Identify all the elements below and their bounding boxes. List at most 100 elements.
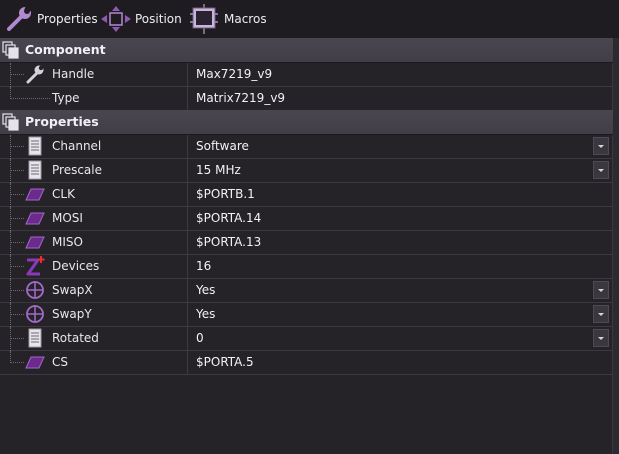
dropdown-button[interactable] [593,305,609,323]
tree-line [10,327,11,351]
property-label: MISO [52,235,83,249]
tree-line [10,135,11,159]
pin-icon [25,184,45,204]
dropdown-button[interactable] [593,329,609,347]
macros-button[interactable]: Macros [187,4,267,34]
property-value-cell[interactable]: $PORTA.5 [188,351,613,374]
property-row-swapx[interactable]: SwapX Yes [0,279,613,303]
dropdown-button[interactable] [593,161,609,179]
property-value-cell[interactable]: $PORTB.1 [188,183,613,206]
tree-line [10,231,11,255]
property-row-type[interactable]: Type Matrix7219_v9 [0,87,613,111]
dropdown-button[interactable] [593,281,609,299]
property-name-cell: SwapX [0,279,188,303]
property-row-miso[interactable]: MISO $PORTA.13 [0,231,613,255]
collapse-stack-icon[interactable] [2,113,22,134]
property-value: Matrix7219_v9 [196,91,286,105]
property-value: $PORTA.14 [196,211,262,225]
property-value: 16 [196,259,212,273]
property-label: MOSI [52,211,83,225]
properties-section-header[interactable]: Properties [0,110,613,135]
collapse-stack-icon[interactable] [2,41,22,62]
chevron-down-icon [598,168,604,172]
property-row-rotated[interactable]: Rotated 0 [0,327,613,351]
property-label: CLK [52,187,75,201]
property-label: SwapX [52,283,93,297]
properties-label: Properties [37,12,98,26]
bool-icon [25,280,45,300]
component-section-header[interactable]: Component [0,38,613,63]
property-name-cell: SwapY [0,303,188,327]
property-row-devices[interactable]: Devices 16 [0,255,613,279]
tree-line [10,207,11,231]
tree-branch [10,362,24,363]
property-name-cell: Devices [0,255,188,279]
property-value-cell[interactable]: 16 [188,255,613,278]
property-value: Yes [196,307,216,321]
move-arrows-icon [100,5,132,33]
property-row-swapy[interactable]: SwapY Yes [0,303,613,327]
tree-branch [10,218,24,219]
tree-line [10,183,11,207]
property-value: $PORTA.13 [196,235,262,249]
integer-icon [25,256,45,276]
property-value: Software [196,139,249,153]
macros-label: Macros [224,12,267,26]
tree-branch [10,314,24,315]
property-row-clk[interactable]: CLK $PORTB.1 [0,183,613,207]
tree-line [10,63,11,87]
tree-branch [10,194,24,195]
property-value-cell[interactable]: $PORTA.14 [188,207,613,230]
property-row-mosi[interactable]: MOSI $PORTA.14 [0,207,613,231]
chevron-down-icon [598,312,604,316]
property-value-cell[interactable]: 0 [188,327,613,350]
position-button[interactable]: Position [100,5,182,33]
properties-button[interactable]: Properties [4,5,98,33]
tree-line [10,159,11,183]
chevron-down-icon [598,336,604,340]
list-icon [25,160,45,180]
tree-branch [10,146,24,147]
toolbar: Properties Position Macros [0,0,619,38]
tree-line [10,303,11,327]
property-label: Prescale [52,163,102,177]
section-title: Component [25,42,106,57]
property-value-cell[interactable]: 15 MHz [188,159,613,182]
pin-icon [25,352,45,372]
property-name-cell: Rotated [0,327,188,351]
property-label: Rotated [52,331,99,345]
tree-line [10,255,11,279]
tree-branch [10,74,24,75]
property-value-cell[interactable]: Software [188,135,613,158]
property-name-cell: MOSI [0,207,188,231]
chevron-down-icon [598,288,604,292]
tree-branch [10,98,50,99]
property-label: Channel [52,139,102,153]
vertical-scrollbar[interactable] [612,38,619,454]
property-row-channel[interactable]: Channel Software [0,135,613,159]
dropdown-button[interactable] [593,137,609,155]
list-icon [25,136,45,156]
property-name-cell: CS [0,351,188,374]
tree-branch [10,290,24,291]
bool-icon [25,304,45,324]
tree-branch [10,266,24,267]
property-value-cell: Matrix7219_v9 [188,87,613,110]
wrench-icon [25,64,45,84]
tree-branch [10,338,24,339]
section-title: Properties [25,114,99,129]
property-value-cell[interactable]: Yes [188,279,613,302]
property-name-cell: MISO [0,231,188,255]
property-value: Max7219_v9 [196,67,273,81]
property-label: Devices [52,259,100,273]
property-row-prescale[interactable]: Prescale 15 MHz [0,159,613,183]
property-row-handle[interactable]: Handle Max7219_v9 [0,63,613,87]
property-value-cell[interactable]: $PORTA.13 [188,231,613,254]
property-label: SwapY [52,307,92,321]
property-name-cell: Channel [0,135,188,159]
property-value: 0 [196,331,204,345]
property-value-cell[interactable]: Yes [188,303,613,326]
property-row-cs[interactable]: CS $PORTA.5 [0,351,613,375]
property-value-cell[interactable]: Max7219_v9 [188,63,613,86]
tree-line [10,279,11,303]
